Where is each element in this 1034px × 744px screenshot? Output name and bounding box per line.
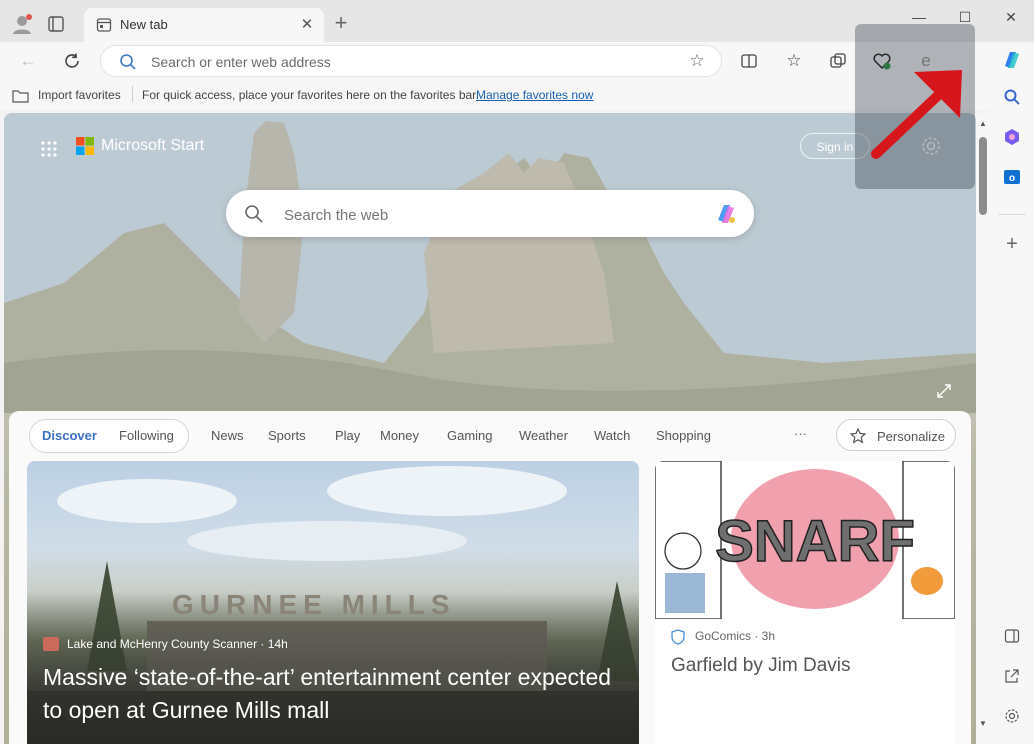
close-window-icon[interactable]: ✕ [996,6,1026,28]
sidebar-settings-gear-icon[interactable] [1000,708,1024,732]
news-source: Lake and McHenry County Scanner · 14h [67,637,288,651]
manage-favorites-link[interactable]: Manage favorites now [476,88,593,102]
tab-new-tab[interactable]: New tab ✕ [84,8,324,42]
comic-title[interactable]: Garfield by Jim Davis [671,655,851,677]
edge-sidebar: o + [990,42,1034,744]
web-search-input[interactable] [282,204,686,226]
scroll-up-icon[interactable]: ▲ [979,119,987,128]
new-tab-button[interactable]: + [330,12,352,35]
favorites-icon[interactable]: ☆ [782,49,806,73]
feed-mode-toggle: Discover Following [29,419,189,453]
page-scrollbar[interactable]: ▲ ▼ [976,113,990,744]
tab-actions-icon[interactable] [46,14,66,34]
tab-watch[interactable]: Watch [594,428,630,443]
gocomics-shield-icon [671,629,685,645]
folder-icon [12,90,29,103]
tab-news[interactable]: News [211,428,244,443]
newtab-page-icon [96,17,112,33]
refresh-icon[interactable] [60,49,84,73]
news-headline[interactable]: Massive ‘state-of-the-art’ entertainment… [43,661,623,727]
apps-grid-icon[interactable] [40,140,58,158]
tab-weather[interactable]: Weather [519,428,568,443]
import-favorites-label: Import favorites [38,88,121,102]
tab-title: New tab [120,17,168,32]
back-arrow-icon[interactable]: ← [16,49,40,73]
comic-sound-text: SNARF [715,509,915,574]
profile-avatar-icon[interactable] [10,12,34,36]
search-sidebar-icon[interactable] [1000,88,1024,112]
news-card[interactable]: GURNEE MILLS Lake and McHenry County Sca… [27,461,639,744]
collections-icon[interactable] [826,49,850,73]
tab-close-icon[interactable]: ✕ [298,16,316,34]
address-input[interactable] [149,51,673,73]
comic-source: GoComics · 3h [695,629,776,643]
personalize-button[interactable]: Personalize [836,419,956,451]
search-icon [244,204,264,224]
favorite-star-icon[interactable]: ☆ [687,51,707,71]
address-bar[interactable]: ☆ [100,45,722,77]
tab-gaming[interactable]: Gaming [447,428,493,443]
personalize-icon [849,427,867,445]
favorites-divider [132,86,133,102]
tab-play[interactable]: Play [335,428,360,443]
source-logo-icon [43,637,59,651]
tab-discover[interactable]: Discover [42,428,97,443]
microsoft-logo-icon [76,137,94,155]
mall-sign-text: GURNEE MILLS [172,589,456,620]
sidebar-layout-icon[interactable] [1000,628,1024,652]
web-search-box[interactable] [226,190,754,237]
outlook-sidebar-icon[interactable]: o [1000,168,1024,192]
tab-sports[interactable]: Sports [268,428,306,443]
copilot-sidebar-icon[interactable] [1000,48,1024,72]
news-feed: Discover Following News Sports Play Mone… [9,411,971,744]
comic-card[interactable]: SNARF GoComics · 3h Garfield by Jim Davi… [655,461,955,744]
tab-following[interactable]: Following [119,428,174,443]
start-page: Microsoft Start Sign in Discover Followi… [4,113,976,744]
tab-money[interactable]: Money [380,428,419,443]
comic-image: SNARF [655,461,955,619]
open-external-icon[interactable] [1000,668,1024,692]
feed-tabs: Discover Following News Sports Play Mone… [9,411,971,459]
highlight-panel [855,24,975,189]
brand-name: Microsoft Start [101,137,205,154]
copilot-icon[interactable] [712,200,740,228]
svg-text:o: o [1009,173,1015,184]
personalize-label: Personalize [877,429,945,444]
shopping-sidebar-icon[interactable] [1000,128,1024,152]
favorites-hint: For quick access, place your favorites h… [142,88,479,102]
split-screen-icon[interactable] [737,49,761,73]
scrollbar-thumb[interactable] [979,137,987,215]
search-icon [119,53,137,71]
feed-more-button[interactable]: ··· [794,426,807,441]
sidebar-divider [998,214,1026,215]
favorites-bar: Import favorites For quick access, place… [0,80,990,110]
scroll-down-icon[interactable]: ▼ [979,719,987,728]
expand-background-icon[interactable] [936,383,952,399]
tab-shopping[interactable]: Shopping [656,428,711,443]
add-sidebar-app-icon[interactable]: + [1000,232,1024,256]
